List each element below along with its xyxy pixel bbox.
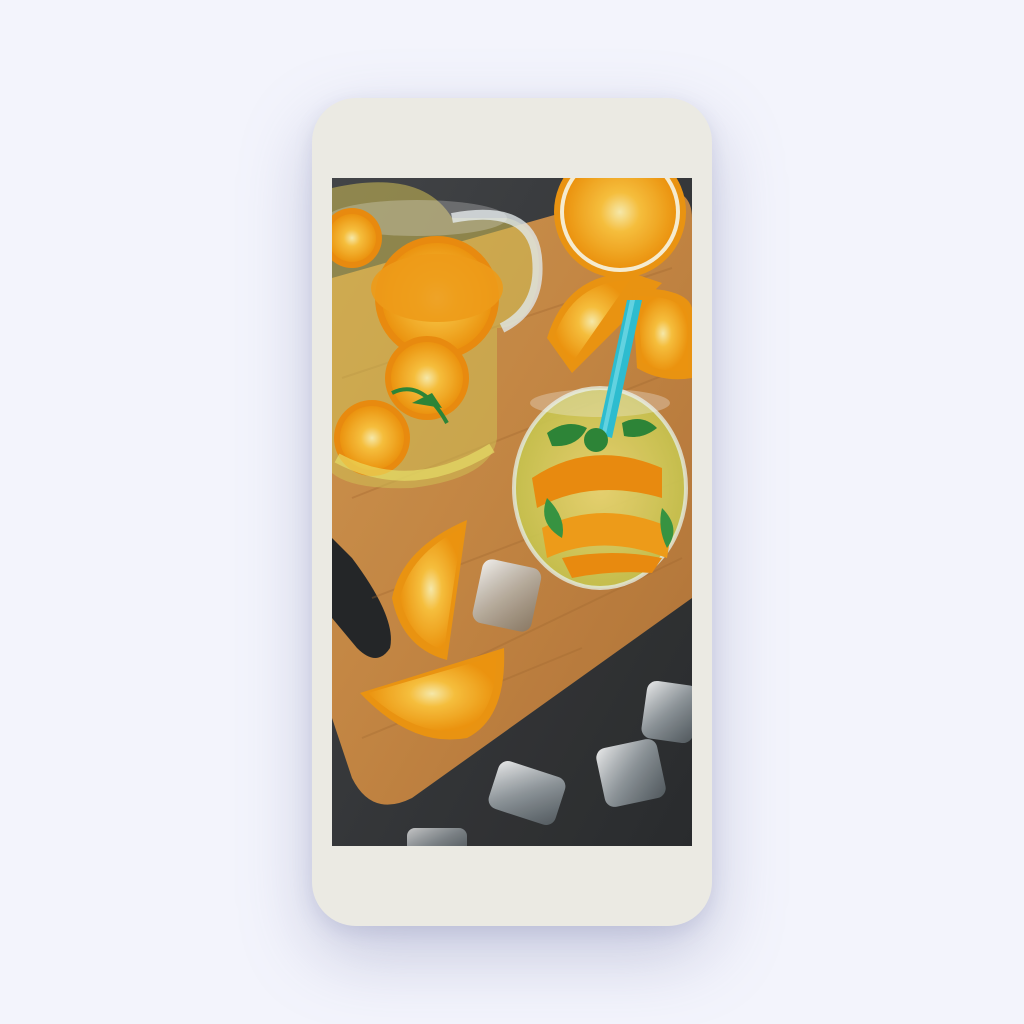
photo-icon: [332, 178, 692, 846]
page-background: [0, 0, 1024, 1024]
phone-frame: [312, 98, 712, 926]
phone-screen: [332, 178, 692, 846]
